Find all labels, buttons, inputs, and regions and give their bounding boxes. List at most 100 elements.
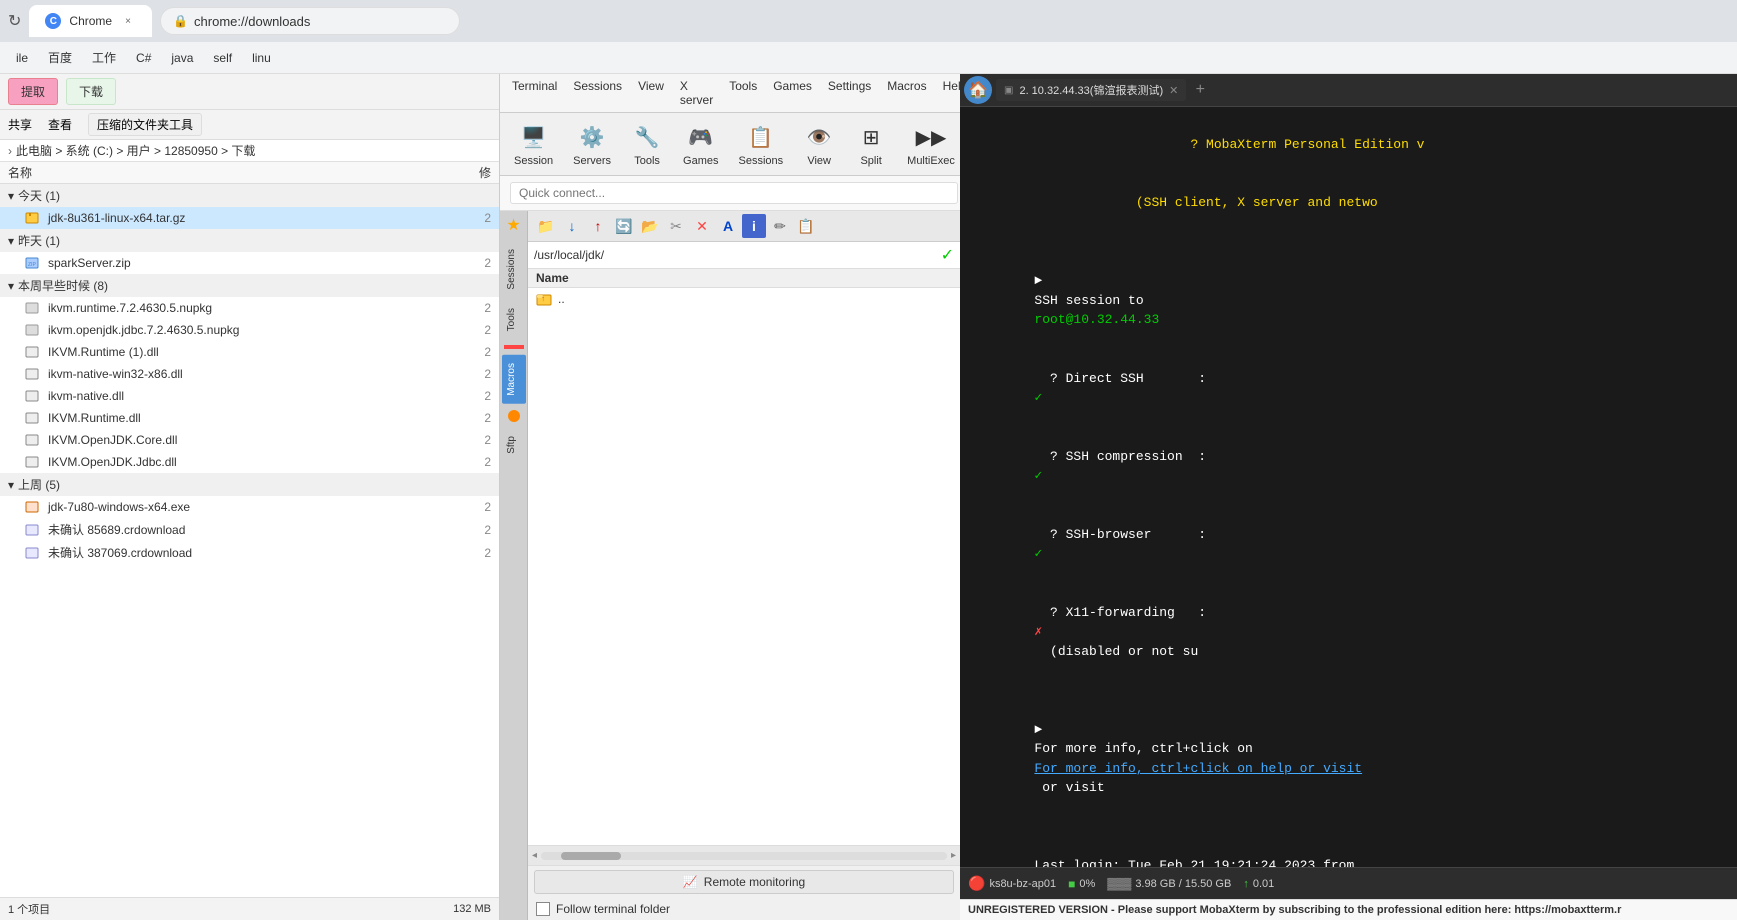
breadcrumb: › 此电脑 > 系统 (C:) > 用户 > 12850950 > 下载 — [0, 140, 499, 162]
file-name: jdk-7u80-windows-x64.exe — [48, 500, 190, 514]
follow-folder-checkbox[interactable] — [536, 902, 550, 916]
scroll-right-icon[interactable]: ▸ — [951, 850, 956, 861]
reload-button[interactable]: ↻ — [8, 11, 21, 31]
file-ikvm-runtime-dll1[interactable]: IKVM.Runtime (1).dll 2 — [0, 341, 499, 363]
toolbar-games[interactable]: 🎮 Games — [675, 117, 726, 171]
file-size: 2 — [484, 389, 491, 403]
compress-tool-button[interactable]: 压缩的文件夹工具 — [88, 113, 202, 136]
sftp-delete-btn[interactable]: ✂ — [664, 214, 688, 238]
toolbar-sessions[interactable]: 📋 Sessions — [731, 117, 792, 171]
file-sparkserver[interactable]: ZIP sparkServer.zip 2 — [0, 252, 499, 274]
group-lastweek[interactable]: ▾ 上周 (5) — [0, 473, 499, 496]
group-thisweek[interactable]: ▾ 本周早些时候 (8) — [0, 274, 499, 297]
menu-tools[interactable]: Tools — [721, 76, 765, 110]
address-text: chrome://downloads — [194, 14, 310, 29]
toolbar-view[interactable]: 👁️ View — [795, 117, 843, 171]
scrollbar-thumb[interactable] — [561, 852, 621, 860]
chrome-tab[interactable]: C Chrome × — [29, 5, 152, 37]
file-ikvm-openjdk-jdbc[interactable]: IKVM.OpenJDK.Jdbc.dll 2 — [0, 451, 499, 473]
new-tab-button[interactable]: + — [1190, 80, 1210, 100]
group-yesterday[interactable]: ▾ 昨天 (1) — [0, 229, 499, 252]
menu-settings[interactable]: Settings — [820, 76, 879, 110]
dll-icon — [24, 388, 40, 404]
file-ikvm-runtime-nupkg[interactable]: ikvm.runtime.7.2.4630.5.nupkg 2 — [0, 297, 499, 319]
bookmark-self[interactable]: self — [205, 49, 240, 67]
sftp-main-area: 📁 ↓ ↑ 🔄 📂 ✂ ✕ A i ✏ 📋 ✓ — [528, 211, 960, 920]
toolbar-servers[interactable]: ⚙️ Servers — [565, 117, 619, 171]
file-ikvm-native-dll[interactable]: ikvm-native.dll 2 — [0, 385, 499, 407]
bookmark-java[interactable]: java — [163, 49, 201, 67]
menu-macros[interactable]: Macros — [879, 76, 934, 110]
file-name: IKVM.Runtime.dll — [48, 411, 141, 425]
file-jdk8-linux[interactable]: jdk-8u361-linux-x64.tar.gz 2 — [0, 207, 499, 229]
breadcrumb-text: 此电脑 > 系统 (C:) > 用户 > 12850950 > 下载 — [16, 142, 255, 159]
sftp-download-btn[interactable]: ↓ — [560, 214, 584, 238]
toolbar-session[interactable]: 🖥️ Session — [506, 117, 561, 171]
help-link[interactable]: For more info, ctrl+click on help or vis… — [1034, 761, 1362, 776]
toolbar-tools[interactable]: 🔧 Tools — [623, 117, 671, 171]
close-tab-button[interactable]: × — [120, 13, 136, 29]
address-bar[interactable]: 🔒 chrome://downloads — [160, 7, 460, 35]
toolbar-split[interactable]: ⊞ Split — [847, 117, 895, 171]
sftp-open-btn[interactable]: 📂 — [638, 214, 662, 238]
sftp-upload-btn[interactable]: 📁 — [534, 214, 558, 238]
multiexec-icon: ▶▶ — [915, 121, 947, 153]
bookmark-linu[interactable]: linu — [244, 49, 279, 67]
menu-view[interactable]: View — [630, 76, 672, 110]
sftp-folder-btn[interactable]: 📋 — [794, 214, 818, 238]
view-action[interactable]: 查看 — [48, 116, 72, 133]
bookmark-baidu[interactable]: 百度 — [40, 47, 80, 68]
side-tab-macros[interactable]: Macros — [502, 355, 526, 404]
item-size: 132 MB — [453, 903, 491, 915]
toolbar-multiexec[interactable]: ▶▶ MultiExec — [899, 117, 963, 171]
sftp-path-input[interactable] — [534, 248, 937, 262]
term-text: ? SSH-browser : — [1034, 527, 1213, 542]
side-tab-sessions[interactable]: Sessions — [502, 241, 526, 298]
quick-connect-input[interactable] — [510, 182, 958, 204]
bookmark-work[interactable]: 工作 — [84, 47, 124, 68]
sftp-refresh-btn[interactable]: 🔄 — [612, 214, 636, 238]
menu-sessions[interactable]: Sessions — [565, 76, 630, 110]
term-blank-2 — [972, 681, 1725, 701]
file-jdk7-win[interactable]: jdk-7u80-windows-x64.exe 2 — [0, 496, 499, 518]
sftp-scrollbar[interactable]: ◂ ▸ — [528, 845, 960, 865]
folder-up-icon: ↑ — [536, 291, 552, 307]
close-session-icon[interactable]: ✕ — [1169, 84, 1178, 97]
toolbar-games-label: Games — [683, 155, 718, 167]
file-ikvm-runtime-dll2[interactable]: IKVM.Runtime.dll 2 — [0, 407, 499, 429]
sftp-pencil-btn[interactable]: ✏ — [768, 214, 792, 238]
side-tabs: ★ Sessions Tools Macros Sftp — [500, 211, 528, 920]
menu-xserver[interactable]: X server — [672, 76, 721, 110]
sftp-file-parent[interactable]: ↑ .. — [528, 288, 960, 310]
sftp-edit-btn[interactable]: A — [716, 214, 740, 238]
file-ikvm-openjdk-core[interactable]: IKVM.OpenJDK.Core.dll 2 — [0, 429, 499, 451]
terminal-status-bar: 🔴 ks8u-bz-ap01 ■ 0% ▓▓▓ 3.98 GB / 15.50 … — [960, 867, 1737, 899]
side-tab-tools[interactable]: Tools — [502, 300, 526, 339]
session-tab-2[interactable]: ▣ 2. 10.32.44.33(锦渲报表测试) ✕ — [996, 79, 1186, 101]
red-indicator — [504, 345, 524, 349]
session-icon: 🖥️ — [518, 121, 550, 153]
terminal-content[interactable]: ? MobaXterm Personal Edition v (SSH clie… — [960, 107, 1737, 867]
menu-terminal[interactable]: Terminal — [504, 76, 565, 110]
download-button[interactable]: 下载 — [66, 78, 116, 105]
upload-status: ↑ 0.01 — [1243, 878, 1274, 890]
extract-button[interactable]: 提取 — [8, 78, 58, 105]
sftp-info-btn[interactable]: i — [742, 214, 766, 238]
home-icon[interactable]: 🏠 — [964, 76, 992, 104]
bookmark-csharp[interactable]: C# — [128, 49, 159, 67]
file-crdownload-1[interactable]: 未确认 85689.crdownload 2 — [0, 518, 499, 541]
sftp-upload-file-btn[interactable]: ↑ — [586, 214, 610, 238]
explorer-file-list: ▾ 今天 (1) jdk-8u361-linux-x64.tar.gz 2 ▾ … — [0, 184, 499, 897]
menu-games[interactable]: Games — [765, 76, 820, 110]
scroll-left-icon[interactable]: ◂ — [532, 850, 537, 861]
file-ikvm-native-win32[interactable]: ikvm-native-win32-x86.dll 2 — [0, 363, 499, 385]
remote-monitoring-button[interactable]: 📈 Remote monitoring — [534, 870, 954, 894]
sftp-cancel-btn[interactable]: ✕ — [690, 214, 714, 238]
group-today[interactable]: ▾ 今天 (1) — [0, 184, 499, 207]
side-tab-sftp[interactable]: Sftp — [502, 428, 526, 462]
cpu-value: 0% — [1079, 878, 1095, 890]
bookmark-ile[interactable]: ile — [8, 49, 36, 67]
file-ikvm-openjdk-nupkg[interactable]: ikvm.openjdk.jdbc.7.2.4630.5.nupkg 2 — [0, 319, 499, 341]
share-action[interactable]: 共享 — [8, 116, 32, 133]
file-crdownload-2[interactable]: 未确认 387069.crdownload 2 — [0, 541, 499, 564]
